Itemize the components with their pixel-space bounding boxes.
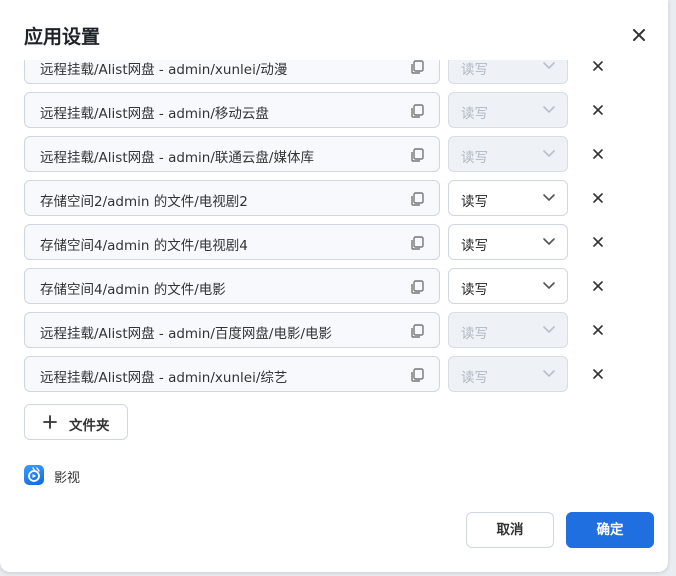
permission-value: 读写: [461, 238, 488, 254]
folder-row: 存储空间4/admin 的文件/电视剧4 读写: [0, 224, 668, 260]
copy-icon[interactable]: [409, 235, 425, 251]
chevron-down-icon: [542, 149, 556, 159]
permission-select: 读写: [448, 60, 568, 84]
copy-icon[interactable]: [409, 279, 425, 295]
copy-icon[interactable]: [409, 103, 425, 119]
folder-path-field[interactable]: 远程挂载/Alist网盘 - admin/百度网盘/电影/电影: [24, 312, 440, 348]
copy-icon[interactable]: [409, 60, 425, 75]
chevron-down-icon: [542, 61, 556, 71]
folder-path-text: 存储空间4/admin 的文件/电视剧4: [40, 238, 248, 254]
remove-row-icon[interactable]: [590, 234, 606, 250]
permission-select[interactable]: 读写: [448, 180, 568, 216]
folder-path-text: 存储空间4/admin 的文件/电影: [40, 282, 226, 298]
folder-row: 存储空间2/admin 的文件/电视剧2 读写: [0, 180, 668, 216]
folder-path-field[interactable]: 存储空间2/admin 的文件/电视剧2: [24, 180, 440, 216]
plus-icon: [43, 415, 57, 429]
permission-select[interactable]: 读写: [448, 224, 568, 260]
app-settings-dialog: 应用设置 远程挂载/Alist网盘 - admin/xunlei/动漫 读写 远…: [0, 0, 668, 572]
remove-row-icon[interactable]: [590, 366, 606, 382]
permission-select: 读写: [448, 92, 568, 128]
permission-select: 读写: [448, 312, 568, 348]
close-icon[interactable]: [628, 24, 650, 46]
permission-value: 读写: [461, 282, 488, 298]
remove-row-icon[interactable]: [590, 278, 606, 294]
copy-icon[interactable]: [409, 191, 425, 207]
copy-icon[interactable]: [409, 147, 425, 163]
chevron-down-icon: [542, 105, 556, 115]
folder-path-text: 远程挂载/Alist网盘 - admin/xunlei/动漫: [40, 62, 288, 78]
folder-row: 存储空间4/admin 的文件/电影 读写: [0, 268, 668, 304]
app-name: 影视: [54, 471, 81, 486]
remove-row-icon[interactable]: [590, 60, 606, 74]
permission-value: 读写: [461, 106, 488, 122]
folder-path-text: 远程挂载/Alist网盘 - admin/移动云盘: [40, 106, 269, 122]
folder-path-text: 远程挂载/Alist网盘 - admin/百度网盘/电影/电影: [40, 326, 333, 342]
add-folder-label: 文件夹: [69, 418, 110, 434]
chevron-down-icon: [542, 369, 556, 379]
permission-select: 读写: [448, 356, 568, 392]
folder-row: 远程挂载/Alist网盘 - admin/移动云盘 读写: [0, 92, 668, 128]
remove-row-icon[interactable]: [590, 190, 606, 206]
folder-row: 远程挂载/Alist网盘 - admin/xunlei/综艺 读写: [0, 356, 668, 392]
folder-path-field[interactable]: 远程挂载/Alist网盘 - admin/xunlei/动漫: [24, 60, 440, 84]
folder-path-field[interactable]: 存储空间4/admin 的文件/电影: [24, 268, 440, 304]
chevron-down-icon: [542, 193, 556, 203]
confirm-button[interactable]: 确定: [566, 512, 654, 548]
copy-icon[interactable]: [409, 323, 425, 339]
folder-path-text: 远程挂载/Alist网盘 - admin/xunlei/综艺: [40, 370, 288, 386]
folder-row: 远程挂载/Alist网盘 - admin/百度网盘/电影/电影 读写: [0, 312, 668, 348]
folder-row: 远程挂载/Alist网盘 - admin/联通云盘/媒体库 读写: [0, 136, 668, 172]
folder-path-text: 存储空间2/admin 的文件/电视剧2: [40, 194, 248, 210]
permission-value: 读写: [461, 370, 488, 386]
permission-select: 读写: [448, 136, 568, 172]
remove-row-icon[interactable]: [590, 146, 606, 162]
folder-path-field[interactable]: 远程挂载/Alist网盘 - admin/xunlei/综艺: [24, 356, 440, 392]
chevron-down-icon: [542, 237, 556, 247]
copy-icon[interactable]: [409, 367, 425, 383]
folder-permission-list[interactable]: 远程挂载/Alist网盘 - admin/xunlei/动漫 读写 远程挂载/A…: [0, 60, 668, 400]
permission-select[interactable]: 读写: [448, 268, 568, 304]
remove-row-icon[interactable]: [590, 102, 606, 118]
folder-row: 远程挂载/Alist网盘 - admin/xunlei/动漫 读写: [0, 60, 668, 84]
add-folder-button[interactable]: 文件夹: [24, 404, 128, 440]
permission-value: 读写: [461, 194, 488, 210]
chevron-down-icon: [542, 325, 556, 335]
permission-value: 读写: [461, 62, 488, 78]
folder-path-field[interactable]: 远程挂载/Alist网盘 - admin/联通云盘/媒体库: [24, 136, 440, 172]
video-app-icon: [24, 465, 44, 485]
folder-path-field[interactable]: 存储空间4/admin 的文件/电视剧4: [24, 224, 440, 260]
remove-row-icon[interactable]: [590, 322, 606, 338]
cancel-button[interactable]: 取消: [466, 512, 554, 548]
dialog-title: 应用设置: [24, 26, 101, 48]
permission-value: 读写: [461, 326, 488, 342]
folder-path-text: 远程挂载/Alist网盘 - admin/联通云盘/媒体库: [40, 150, 314, 166]
chevron-down-icon: [542, 281, 556, 291]
permission-value: 读写: [461, 150, 488, 166]
folder-path-field[interactable]: 远程挂载/Alist网盘 - admin/移动云盘: [24, 92, 440, 128]
